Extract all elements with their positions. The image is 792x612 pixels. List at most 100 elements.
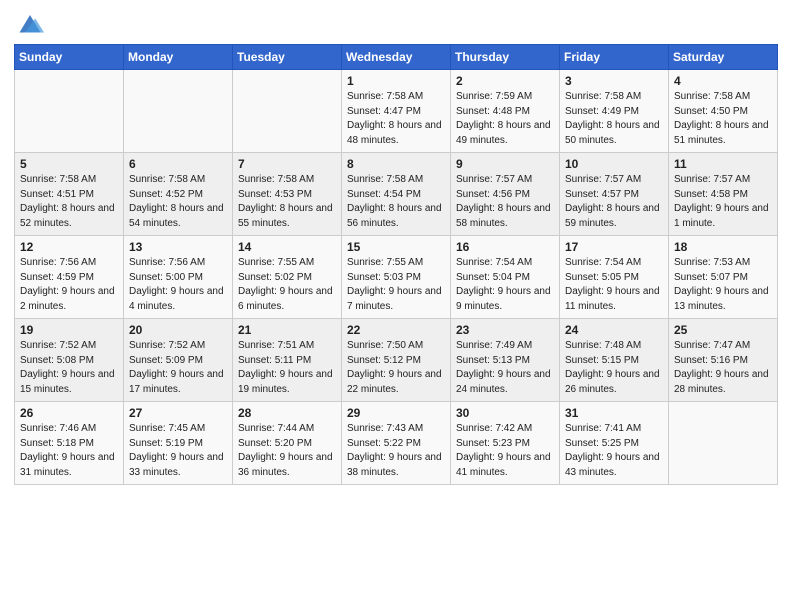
calendar-cell: 10Sunrise: 7:57 AMSunset: 4:57 PMDayligh… xyxy=(560,153,669,236)
day-info: Sunrise: 7:56 AMSunset: 5:00 PMDaylight:… xyxy=(129,256,227,314)
day-number: 15 xyxy=(347,240,445,254)
calendar-cell xyxy=(233,70,342,153)
day-number: 23 xyxy=(456,323,554,337)
day-info: Sunrise: 7:44 AMSunset: 5:20 PMDaylight:… xyxy=(238,422,336,480)
calendar-cell: 3Sunrise: 7:58 AMSunset: 4:49 PMDaylight… xyxy=(560,70,669,153)
day-info: Sunrise: 7:57 AMSunset: 4:56 PMDaylight:… xyxy=(456,173,554,231)
day-number: 11 xyxy=(674,157,772,171)
day-number: 13 xyxy=(129,240,227,254)
calendar-cell: 5Sunrise: 7:58 AMSunset: 4:51 PMDaylight… xyxy=(15,153,124,236)
day-number: 27 xyxy=(129,406,227,420)
page: SundayMondayTuesdayWednesdayThursdayFrid… xyxy=(0,0,792,612)
calendar-week-2: 12 Sunrise: 7:56 AMSunset: 4:59 PMDayligh… xyxy=(15,236,778,319)
day-info: Sunrise: 7:55 AMSunset: 5:02 PMDaylight:… xyxy=(238,256,336,314)
day-number: 26 xyxy=(20,406,118,420)
calendar-week-0: 1 Sunrise: 7:58 AMSunset: 4:47 PMDaylight… xyxy=(15,70,778,153)
calendar-cell: 25Sunrise: 7:47 AMSunset: 5:16 PMDayligh… xyxy=(669,319,778,402)
weekday-header-monday: Monday xyxy=(124,45,233,70)
calendar-cell: 20 Sunrise: 7:52 AMSunset: 5:09 PMDayligh… xyxy=(124,319,233,402)
logo-icon xyxy=(16,8,44,36)
calendar-cell: 22Sunrise: 7:50 AMSunset: 5:12 PMDayligh… xyxy=(342,319,451,402)
calendar-cell: 9 Sunrise: 7:57 AMSunset: 4:56 PMDaylight… xyxy=(451,153,560,236)
calendar-week-4: 26 Sunrise: 7:46 AMSunset: 5:18 PMDayligh… xyxy=(15,402,778,485)
day-number: 21 xyxy=(238,323,336,337)
day-info: Sunrise: 7:58 AMSunset: 4:47 PMDaylight:… xyxy=(347,90,445,148)
day-number: 10 xyxy=(565,157,663,171)
day-number: 31 xyxy=(565,406,663,420)
day-info: Sunrise: 7:51 AMSunset: 5:11 PMDaylight:… xyxy=(238,339,336,397)
day-info: Sunrise: 7:54 AMSunset: 5:04 PMDaylight:… xyxy=(456,256,554,314)
day-info: Sunrise: 7:54 AMSunset: 5:05 PMDaylight:… xyxy=(565,256,663,314)
day-info: Sunrise: 7:43 AMSunset: 5:22 PMDaylight:… xyxy=(347,422,445,480)
day-number: 8 xyxy=(347,157,445,171)
calendar-week-1: 5Sunrise: 7:58 AMSunset: 4:51 PMDaylight… xyxy=(15,153,778,236)
day-info: Sunrise: 7:58 AMSunset: 4:52 PMDaylight:… xyxy=(129,173,227,231)
logo xyxy=(14,10,44,36)
day-info: Sunrise: 7:58 AMSunset: 4:50 PMDaylight:… xyxy=(674,90,772,148)
weekday-header-thursday: Thursday xyxy=(451,45,560,70)
calendar-week-3: 19 Sunrise: 7:52 AMSunset: 5:08 PMDayligh… xyxy=(15,319,778,402)
calendar-table: SundayMondayTuesdayWednesdayThursdayFrid… xyxy=(14,44,778,485)
calendar-cell xyxy=(15,70,124,153)
calendar-cell: 1 Sunrise: 7:58 AMSunset: 4:47 PMDaylight… xyxy=(342,70,451,153)
day-info: Sunrise: 7:42 AMSunset: 5:23 PMDaylight:… xyxy=(456,422,554,480)
day-info: Sunrise: 7:55 AMSunset: 5:03 PMDaylight:… xyxy=(347,256,445,314)
day-info: Sunrise: 7:58 AMSunset: 4:53 PMDaylight:… xyxy=(238,173,336,231)
day-number: 1 xyxy=(347,74,445,88)
weekday-header-saturday: Saturday xyxy=(669,45,778,70)
day-number: 2 xyxy=(456,74,554,88)
day-info: Sunrise: 7:58 AMSunset: 4:54 PMDaylight:… xyxy=(347,173,445,231)
calendar-cell: 23 Sunrise: 7:49 AMSunset: 5:13 PMDayligh… xyxy=(451,319,560,402)
weekday-header-row: SundayMondayTuesdayWednesdayThursdayFrid… xyxy=(15,45,778,70)
header xyxy=(14,10,778,36)
day-number: 30 xyxy=(456,406,554,420)
day-number: 14 xyxy=(238,240,336,254)
day-number: 18 xyxy=(674,240,772,254)
weekday-header-friday: Friday xyxy=(560,45,669,70)
day-info: Sunrise: 7:59 AMSunset: 4:48 PMDaylight:… xyxy=(456,90,554,148)
day-number: 6 xyxy=(129,157,227,171)
calendar-cell: 11 Sunrise: 7:57 AMSunset: 4:58 PMDayligh… xyxy=(669,153,778,236)
day-number: 19 xyxy=(20,323,118,337)
day-info: Sunrise: 7:48 AMSunset: 5:15 PMDaylight:… xyxy=(565,339,663,397)
calendar-cell: 14 Sunrise: 7:55 AMSunset: 5:02 PMDayligh… xyxy=(233,236,342,319)
calendar-cell: 26 Sunrise: 7:46 AMSunset: 5:18 PMDayligh… xyxy=(15,402,124,485)
day-info: Sunrise: 7:57 AMSunset: 4:58 PMDaylight:… xyxy=(674,173,772,231)
calendar-header: SundayMondayTuesdayWednesdayThursdayFrid… xyxy=(15,45,778,70)
calendar-body: 1 Sunrise: 7:58 AMSunset: 4:47 PMDaylight… xyxy=(15,70,778,485)
day-info: Sunrise: 7:49 AMSunset: 5:13 PMDaylight:… xyxy=(456,339,554,397)
day-number: 20 xyxy=(129,323,227,337)
day-info: Sunrise: 7:41 AMSunset: 5:25 PMDaylight:… xyxy=(565,422,663,480)
calendar-cell: 15 Sunrise: 7:55 AMSunset: 5:03 PMDayligh… xyxy=(342,236,451,319)
day-info: Sunrise: 7:50 AMSunset: 5:12 PMDaylight:… xyxy=(347,339,445,397)
day-number: 16 xyxy=(456,240,554,254)
day-info: Sunrise: 7:52 AMSunset: 5:08 PMDaylight:… xyxy=(20,339,118,397)
calendar-cell: 17 Sunrise: 7:54 AMSunset: 5:05 PMDayligh… xyxy=(560,236,669,319)
calendar-cell: 28Sunrise: 7:44 AMSunset: 5:20 PMDayligh… xyxy=(233,402,342,485)
calendar-cell: 8 Sunrise: 7:58 AMSunset: 4:54 PMDaylight… xyxy=(342,153,451,236)
weekday-header-wednesday: Wednesday xyxy=(342,45,451,70)
day-number: 7 xyxy=(238,157,336,171)
day-number: 9 xyxy=(456,157,554,171)
calendar-cell: 7 Sunrise: 7:58 AMSunset: 4:53 PMDaylight… xyxy=(233,153,342,236)
day-info: Sunrise: 7:46 AMSunset: 5:18 PMDaylight:… xyxy=(20,422,118,480)
calendar-cell xyxy=(669,402,778,485)
day-info: Sunrise: 7:58 AMSunset: 4:49 PMDaylight:… xyxy=(565,90,663,148)
calendar-cell: 16 Sunrise: 7:54 AMSunset: 5:04 PMDayligh… xyxy=(451,236,560,319)
calendar-cell: 2 Sunrise: 7:59 AMSunset: 4:48 PMDaylight… xyxy=(451,70,560,153)
day-number: 24 xyxy=(565,323,663,337)
calendar-cell: 29 Sunrise: 7:43 AMSunset: 5:22 PMDayligh… xyxy=(342,402,451,485)
calendar-cell: 24 Sunrise: 7:48 AMSunset: 5:15 PMDayligh… xyxy=(560,319,669,402)
day-number: 17 xyxy=(565,240,663,254)
calendar-cell: 30 Sunrise: 7:42 AMSunset: 5:23 PMDayligh… xyxy=(451,402,560,485)
day-info: Sunrise: 7:52 AMSunset: 5:09 PMDaylight:… xyxy=(129,339,227,397)
calendar-cell: 27Sunrise: 7:45 AMSunset: 5:19 PMDayligh… xyxy=(124,402,233,485)
day-number: 29 xyxy=(347,406,445,420)
day-number: 5 xyxy=(20,157,118,171)
calendar-cell: 19 Sunrise: 7:52 AMSunset: 5:08 PMDayligh… xyxy=(15,319,124,402)
calendar-cell: 18Sunrise: 7:53 AMSunset: 5:07 PMDayligh… xyxy=(669,236,778,319)
weekday-header-tuesday: Tuesday xyxy=(233,45,342,70)
day-number: 12 xyxy=(20,240,118,254)
day-info: Sunrise: 7:56 AMSunset: 4:59 PMDaylight:… xyxy=(20,256,118,314)
calendar-cell: 12 Sunrise: 7:56 AMSunset: 4:59 PMDayligh… xyxy=(15,236,124,319)
